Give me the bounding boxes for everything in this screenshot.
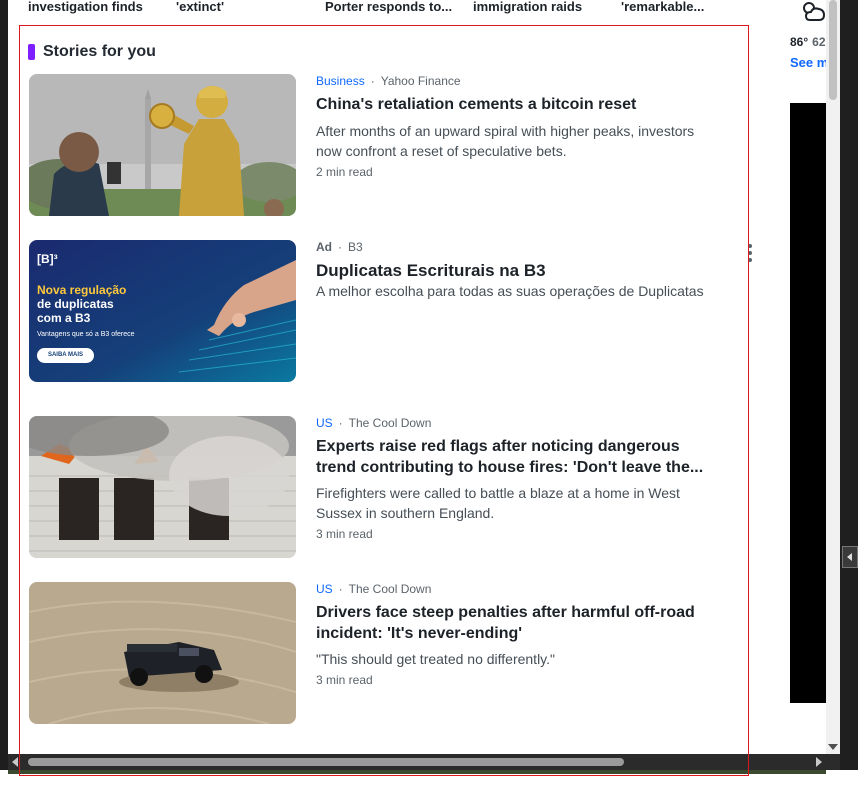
story-card[interactable]: US · The Cool Down Drivers face steep pena… [29, 582, 729, 724]
story-source: The Cool Down [348, 582, 432, 596]
weather-low: 62 [812, 35, 826, 49]
story-card[interactable]: Business · Yahoo Finance China's retaliati… [29, 74, 729, 216]
weather-high: 86° [790, 35, 809, 49]
story-category[interactable]: Business [316, 74, 365, 88]
story-thumbnail[interactable] [29, 74, 296, 216]
more-options-icon[interactable] [747, 244, 753, 262]
trending-item[interactable]: investigation finds [28, 0, 143, 14]
weather-temps: 86° 62 [790, 35, 826, 49]
vertical-scroll-thumb[interactable] [829, 0, 837, 100]
sidebar-ad[interactable] [790, 103, 826, 703]
story-source: B3 [348, 240, 363, 254]
story-meta: Business · Yahoo Finance [316, 74, 461, 88]
story-read-time: 3 min read [316, 527, 373, 541]
section-accent-bar [28, 44, 35, 60]
story-summary: "This should get treated no differently.… [316, 651, 556, 667]
see-more-link[interactable]: See m [790, 55, 826, 70]
trending-item[interactable]: immigration raids [473, 0, 582, 14]
burning-house-image [29, 416, 296, 558]
vertical-scrollbar[interactable] [826, 0, 840, 754]
collapse-panel-icon[interactable] [842, 546, 858, 568]
story-summary: After months of an upward spiral with hi… [316, 123, 695, 159]
b3-logo: [B]³ [37, 252, 58, 266]
ad-label: Ad [316, 240, 332, 254]
ad-banner-tagline: Vantagens que só a B3 oferece [37, 331, 135, 338]
ad-banner-line: com a B3 [37, 311, 91, 325]
section-title: Stories for you [43, 43, 156, 60]
ad-card[interactable]: [B]³ Nova regulação de duplicatas com a … [29, 240, 752, 382]
section-header: Stories for you [28, 42, 156, 62]
story-category[interactable]: US [316, 416, 333, 430]
horizontal-scroll-thumb[interactable] [28, 758, 624, 766]
truck-on-sand-image [29, 582, 296, 724]
right-rail: 86° 62 See m [790, 0, 826, 754]
meta-separator: · [338, 416, 343, 430]
golden-statue-image [29, 74, 296, 216]
scroll-down-arrow-icon[interactable] [828, 744, 838, 750]
story-meta: Ad · B3 [316, 240, 363, 254]
bottom-divider [8, 770, 826, 774]
meta-separator: · [338, 240, 342, 254]
story-thumbnail[interactable] [29, 582, 296, 724]
story-category[interactable]: US [316, 582, 333, 596]
scroll-right-arrow-icon[interactable] [816, 757, 822, 767]
scroll-left-arrow-icon[interactable] [12, 757, 18, 767]
ad-cta-button[interactable]: SAIBA MAIS [37, 348, 94, 363]
ad-banner-line: de duplicatas [37, 297, 114, 311]
story-card[interactable]: US · The Cool Down Experts raise red flags… [29, 416, 729, 558]
ad-summary: A melhor escolha para todas as suas oper… [316, 283, 704, 299]
trending-item[interactable]: Porter responds to... [325, 0, 452, 14]
meta-separator: · [338, 582, 343, 596]
story-read-time: 2 min read [316, 165, 373, 179]
meta-separator: · [370, 74, 375, 88]
bottom-area [0, 770, 858, 802]
story-read-time: 3 min read [316, 673, 373, 687]
story-headline[interactable]: Drivers face steep penalties after harmf… [316, 602, 716, 644]
story-source: Yahoo Finance [380, 74, 461, 88]
story-thumbnail[interactable] [29, 416, 296, 558]
story-source: The Cool Down [348, 416, 432, 430]
story-meta: US · The Cool Down [316, 416, 431, 430]
story-headline[interactable]: China's retaliation cements a bitcoin re… [316, 94, 716, 115]
partly-cloudy-icon [803, 2, 826, 21]
ad-banner-line: Nova regulação [37, 283, 127, 297]
trending-item[interactable]: 'extinct' [176, 0, 224, 14]
window-right-edge [840, 0, 858, 802]
page-viewport: investigation finds 'extinct' Porter res… [8, 0, 826, 754]
story-meta: US · The Cool Down [316, 582, 431, 596]
ad-thumbnail[interactable]: [B]³ Nova regulação de duplicatas com a … [29, 240, 296, 382]
trending-item[interactable]: 'remarkable... [621, 0, 704, 14]
story-summary: Firefighters were called to battle a bla… [316, 485, 680, 521]
window-left-edge [0, 0, 8, 802]
ad-headline[interactable]: Duplicatas Escriturais na B3 [316, 260, 716, 281]
story-headline[interactable]: Experts raise red flags after noticing d… [316, 436, 716, 478]
horizontal-scrollbar[interactable] [8, 754, 826, 770]
